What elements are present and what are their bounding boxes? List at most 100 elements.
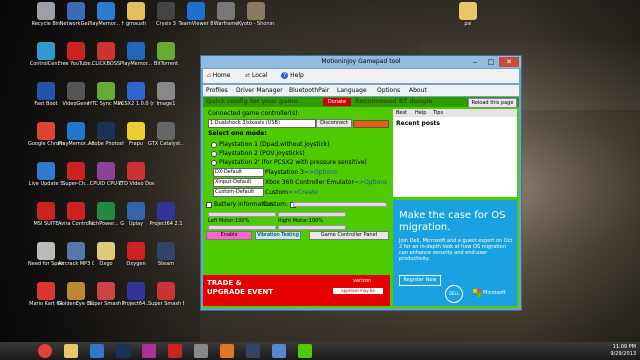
app-icon [157,122,175,140]
mode-ps2-option[interactable]: Playstation 2 (POV,joysticks) [211,150,305,157]
desktop-icon[interactable]: Image1 [148,82,184,107]
app-icon [127,282,145,300]
mode-ps2-label: Playstation 2 (POV,joysticks) [219,150,305,157]
dell-logo: DELL [445,285,463,303]
app-icon [127,82,145,100]
steam-taskbar-icon[interactable] [246,344,260,358]
custom-slider[interactable] [293,202,387,207]
left-motor-label: Left Motor:100% [208,218,250,224]
maximize-button[interactable]: □ [483,57,499,67]
explorer-taskbar-icon[interactable] [64,344,78,358]
app-icon [187,2,205,20]
right-motor-label: Right Motor:100% [278,218,324,224]
app-icon [157,82,175,100]
recommend-link[interactable]: Recommend BT dongle [355,98,432,105]
app-icon [97,202,115,220]
local-button[interactable]: ⇄ Local [245,71,268,81]
app-icon [67,282,85,300]
app-icon [157,242,175,260]
left-motor-bar[interactable] [208,225,276,230]
home-button[interactable]: ⌂ Home [207,71,230,81]
right-motor-bar[interactable] [278,225,346,230]
desktop-icon-label: Image1 [156,101,176,107]
verizon-logo: verizon [353,278,372,284]
app-icon [127,42,145,60]
mode-ps1-label: Playstation 1 (Dpad,without joystick) [219,141,330,148]
app-icon [97,162,115,180]
reload-button[interactable]: Reload this page [468,98,517,108]
microsoft-ad[interactable]: Make the case for OS migration. Join Del… [393,200,517,306]
taskbar: 11:09 PM 9/29/2013 [0,342,640,360]
dx-preset-select[interactable]: DX-Default [213,168,264,177]
app-icon [157,202,175,220]
vibration-testing-button[interactable]: Vibration Testing [255,231,301,240]
minimize-button[interactable]: – [467,57,483,67]
recent-posts-heading: Recent posts [396,120,440,127]
desktop-icon-label: Super Smash Bros... [148,301,184,307]
app-icon [97,82,115,100]
menu-bar: Profiles Driver Manager BluetoothPair La… [203,85,519,96]
xbox-options-link[interactable]: =>Options [354,179,387,186]
register-now-button[interactable]: Register Now [399,275,441,286]
app-icon [97,42,115,60]
folder-icon [459,2,477,20]
app-icon [67,162,85,180]
app-icon [127,2,145,20]
desktop-icon[interactable]: Project64 2.1 [148,202,184,227]
system-clock[interactable]: 11:09 PM 9/29/2013 [610,344,636,358]
desktop-icon[interactable]: Kyoto - Shonin-in [238,2,274,27]
app-icon [37,242,55,260]
menu-driver-manager[interactable]: Driver Manager [236,85,283,96]
xinput-preset-select[interactable]: Xinput-Default [213,178,264,187]
game-controller-panel-button[interactable]: Game Controller Panel [309,231,389,240]
custom-create-link[interactable]: =>Create [288,189,318,196]
radio-icon [211,150,217,157]
disconnect-button[interactable]: Disconnect [316,119,352,128]
menu-about[interactable]: About [409,85,427,96]
desktop-icon[interactable]: YTD Video Downloader [118,162,154,187]
gamepad-tool-taskbar-icon[interactable] [298,344,312,358]
desktop-icon-label: Project64 2.1 [149,221,183,227]
desktop-icon[interactable]: GTX Catalyst... [148,122,184,147]
custom-preset-select[interactable]: Custom-Default [213,188,264,197]
app-icon [97,2,115,20]
taskbar-app-icon[interactable] [194,344,208,358]
left-motor-slider[interactable] [208,212,276,217]
tab-best[interactable]: Best [396,109,407,117]
tab-tips[interactable]: Tips [433,109,443,117]
desktop-icon-psi[interactable]: psi [450,2,486,27]
custom-preset-value: Custom-Default [215,189,255,195]
photoshop-taskbar-icon[interactable] [116,344,130,358]
radio-icon [211,141,217,148]
chrome-taskbar-icon[interactable] [38,344,52,358]
taskbar-app-icon[interactable] [90,344,104,358]
ps3-options-link[interactable]: =>Options [304,169,337,176]
desktop-icon[interactable]: Super Smash Bros... [148,282,184,307]
mode-ps2-pressure-option[interactable]: Playstation 2' (for PCSX2 with pressure … [211,159,367,166]
menu-profiles[interactable]: Profiles [206,85,228,96]
controller-select[interactable]: 1.Dualshock 3/sixaxis (USB) [208,119,316,128]
mode-ps1-option[interactable]: Playstation 1 (Dpad,without joystick) [211,141,330,148]
donate-button[interactable]: Donate [323,98,351,106]
enable-button[interactable]: Enable [206,231,252,240]
app-icon [37,282,55,300]
help-button[interactable]: ? Help [281,71,304,81]
right-motor-slider[interactable] [278,212,346,217]
app-icon [67,122,85,140]
app-icon [67,242,85,260]
taskbar-app-icon[interactable] [142,344,156,358]
menu-language[interactable]: Language [337,85,367,96]
menu-options[interactable]: Options [377,85,400,96]
desktop-icon-label: psi [464,21,472,27]
menu-bluetoothpair[interactable]: BluetoothPair [289,85,329,96]
tab-help[interactable]: Help [415,109,426,117]
close-button[interactable]: ✕ [499,57,519,67]
desktop-icon[interactable]: BitTorrent [148,42,184,67]
verizon-ad[interactable]: TRADE & UPGRADE EVENT verizon approval m… [203,275,390,306]
taskbar-app-icon[interactable] [272,344,286,358]
desktop-icon[interactable]: Steam [148,242,184,267]
taskbar-app-icon[interactable] [220,344,234,358]
main-content: Quick config for your game Donate Recomm… [203,97,519,308]
taskbar-app-icon[interactable] [168,344,182,358]
clock-time: 11:09 PM [612,344,636,350]
